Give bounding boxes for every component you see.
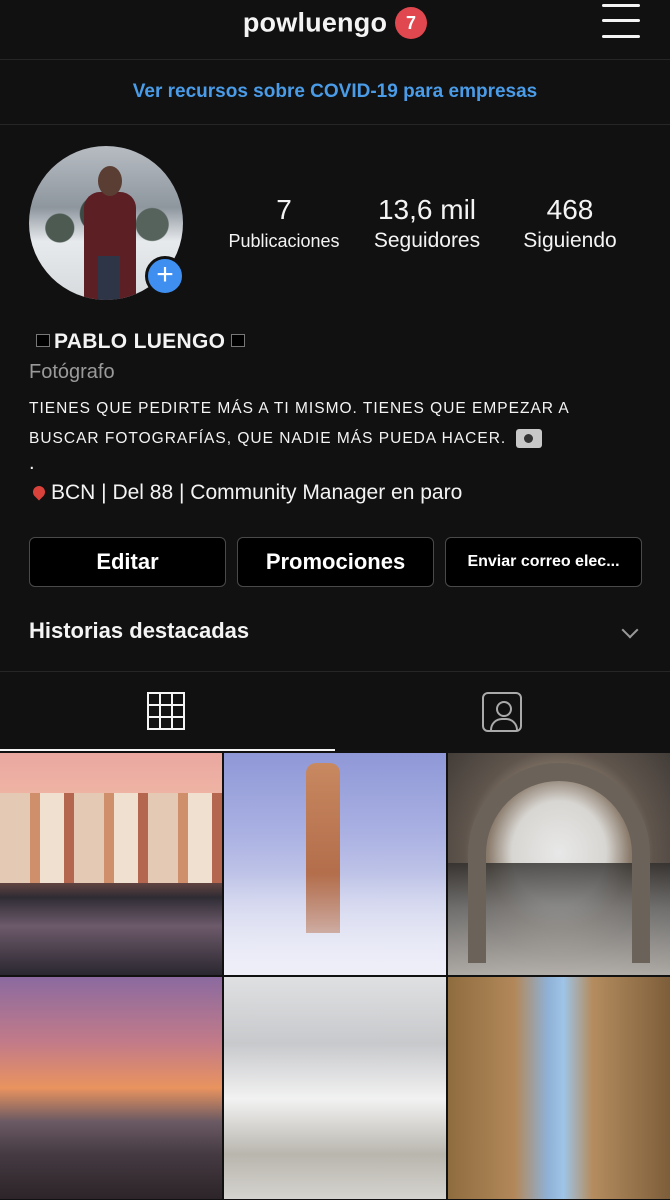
round-pushpin-icon [30, 483, 48, 501]
bio-location: BCN | Del 88 | Community Manager en paro [29, 481, 462, 505]
tab-tagged[interactable] [335, 672, 670, 751]
tagged-user-icon [482, 692, 522, 732]
story-highlights-title[interactable]: Historias destacadas [29, 618, 249, 644]
bio-dot: . [29, 452, 35, 474]
stat-followers-label: Seguidores [373, 229, 481, 252]
bio-text: TIENES QUE PEDIRTE MÁS A TI MISMO. TIENE… [29, 394, 649, 454]
stat-followers[interactable]: 13,6 mil Seguidores [360, 194, 494, 256]
post-tower-fountain[interactable] [224, 753, 446, 975]
hamburger-menu-icon[interactable] [602, 4, 640, 38]
location-text: BCN | Del 88 | Community Manager en paro [51, 481, 463, 504]
post-sunset-lake[interactable] [0, 977, 222, 1199]
avatar-person [84, 166, 136, 300]
send-email-button[interactable]: Enviar correo elec... [445, 537, 642, 587]
camera-flash-icon [515, 429, 542, 449]
promotions-button[interactable]: Promociones [237, 537, 434, 587]
stat-posts-value: 7 [276, 194, 292, 225]
black-square-icon [231, 334, 246, 348]
stat-following[interactable]: 468 Siguiendo [508, 194, 632, 256]
username-header[interactable]: powluengo 7 [0, 6, 670, 39]
username: powluengo [242, 7, 388, 38]
post-white-village[interactable] [224, 977, 446, 1199]
full-name-text: PABLO LUENGO [54, 330, 226, 353]
stat-posts[interactable]: 7 Publicaciones [218, 194, 350, 256]
grid-icon [147, 692, 185, 730]
post-street-reflection[interactable] [448, 977, 670, 1199]
post-bridge-arch-reflection[interactable] [448, 753, 670, 975]
add-story-button[interactable]: + [145, 256, 185, 296]
chevron-down-icon[interactable] [621, 621, 639, 639]
black-square-icon [36, 334, 50, 348]
stat-posts-label: Publicaciones [228, 231, 340, 251]
covid-resources-link[interactable]: Ver recursos sobre COVID-19 para empresa… [0, 61, 670, 125]
top-bar: powluengo 7 [0, 0, 670, 60]
bio-line-2: BUSCAR FOTOGRAFÍAS, QUE NADIE MÁS PUEDA … [29, 424, 649, 454]
post-canal-village[interactable] [0, 753, 222, 975]
edit-profile-button[interactable]: Editar [29, 537, 226, 587]
bio-line-1: TIENES QUE PEDIRTE MÁS A TI MISMO. TIENE… [29, 400, 570, 417]
profile-tabs [0, 671, 670, 751]
stat-followers-value: 13,6 mil [377, 194, 477, 225]
notification-badge: 7 [395, 6, 428, 39]
full-name: PABLO LUENGO [36, 330, 249, 354]
stat-following-label: Siguiendo [523, 229, 617, 252]
stat-following-value: 468 [546, 194, 594, 225]
tab-grid[interactable] [0, 672, 335, 751]
profile-category: Fotógrafo [29, 361, 115, 383]
